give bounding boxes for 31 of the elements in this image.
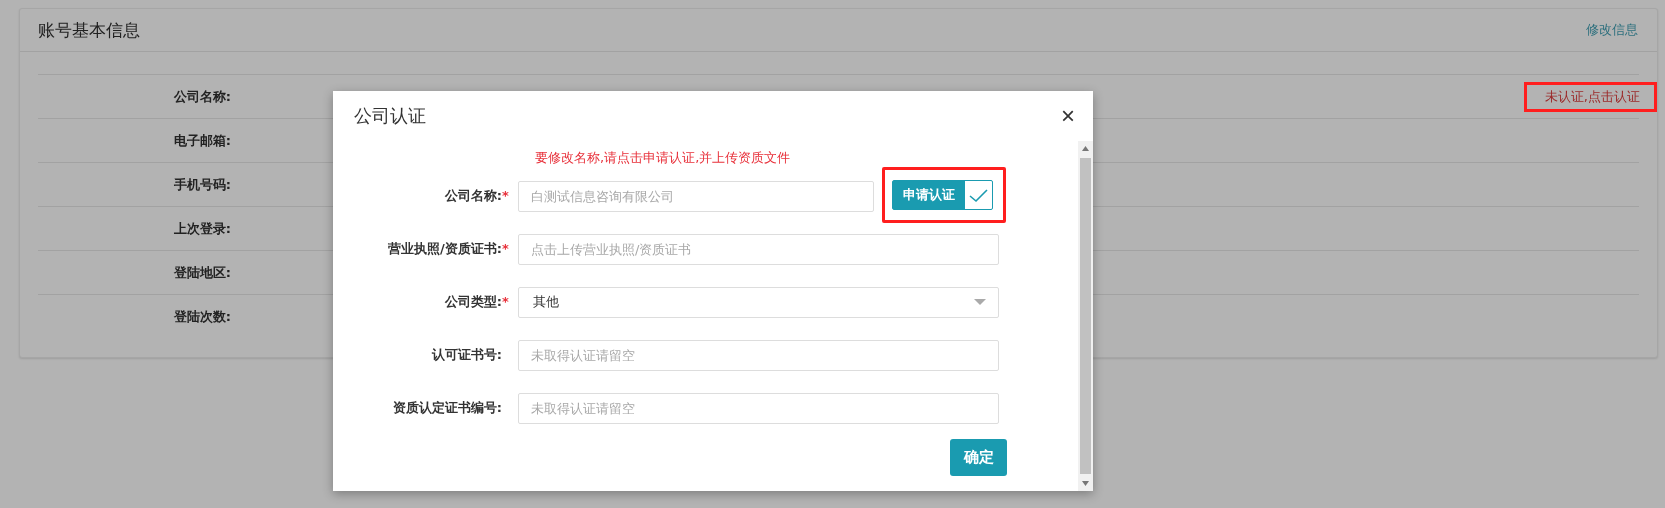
card-title: 账号基本信息 [38,18,140,42]
select-field[interactable]: 其他 [518,286,999,318]
required-mark: * [502,294,510,309]
edit-link[interactable]: 修改信息 [1586,21,1638,39]
confirm-button[interactable]: 确定 [950,439,1007,476]
scroll-down-icon[interactable] [1081,479,1090,488]
field-label: 上次登录: [172,219,231,238]
apply-verify-button[interactable]: 申请认证 [892,179,993,210]
field-label: 公司名称: [172,87,231,106]
required-mark: * [502,241,510,256]
field-label: 认可证书号: [431,346,502,364]
scrollbar[interactable] [1078,141,1093,491]
verify-link[interactable]: 未认证,点击认证 [1523,81,1657,112]
field-label: 电子邮箱: [172,131,231,150]
input-field[interactable]: 未取得认证请留空 [518,339,999,371]
field-label: 公司类型: [444,293,502,311]
field-label: 手机号码: [172,175,231,194]
field-label: 营业执照/资质证书: [388,240,502,258]
field-label: 登陆地区: [172,263,231,282]
field-label: 登陆次数: [172,307,231,326]
scroll-up-icon[interactable] [1081,144,1090,153]
notice-text: 要修改名称,请点击申请认证,并上传资质文件 [535,149,791,167]
input-field[interactable]: 白测试信息咨询有限公司 [518,180,874,212]
field-label: 资质认定证书编号: [392,399,502,417]
dialog-title: 公司认证 [354,104,426,128]
input-field[interactable]: 未取得认证请留空 [518,392,999,424]
required-mark: * [502,188,510,203]
dropdown-icon [974,298,986,306]
field-label: 公司名称: [444,187,502,205]
input-field[interactable]: 点击上传营业执照/资质证书 [518,233,999,265]
close-button[interactable]: × [1057,104,1079,128]
